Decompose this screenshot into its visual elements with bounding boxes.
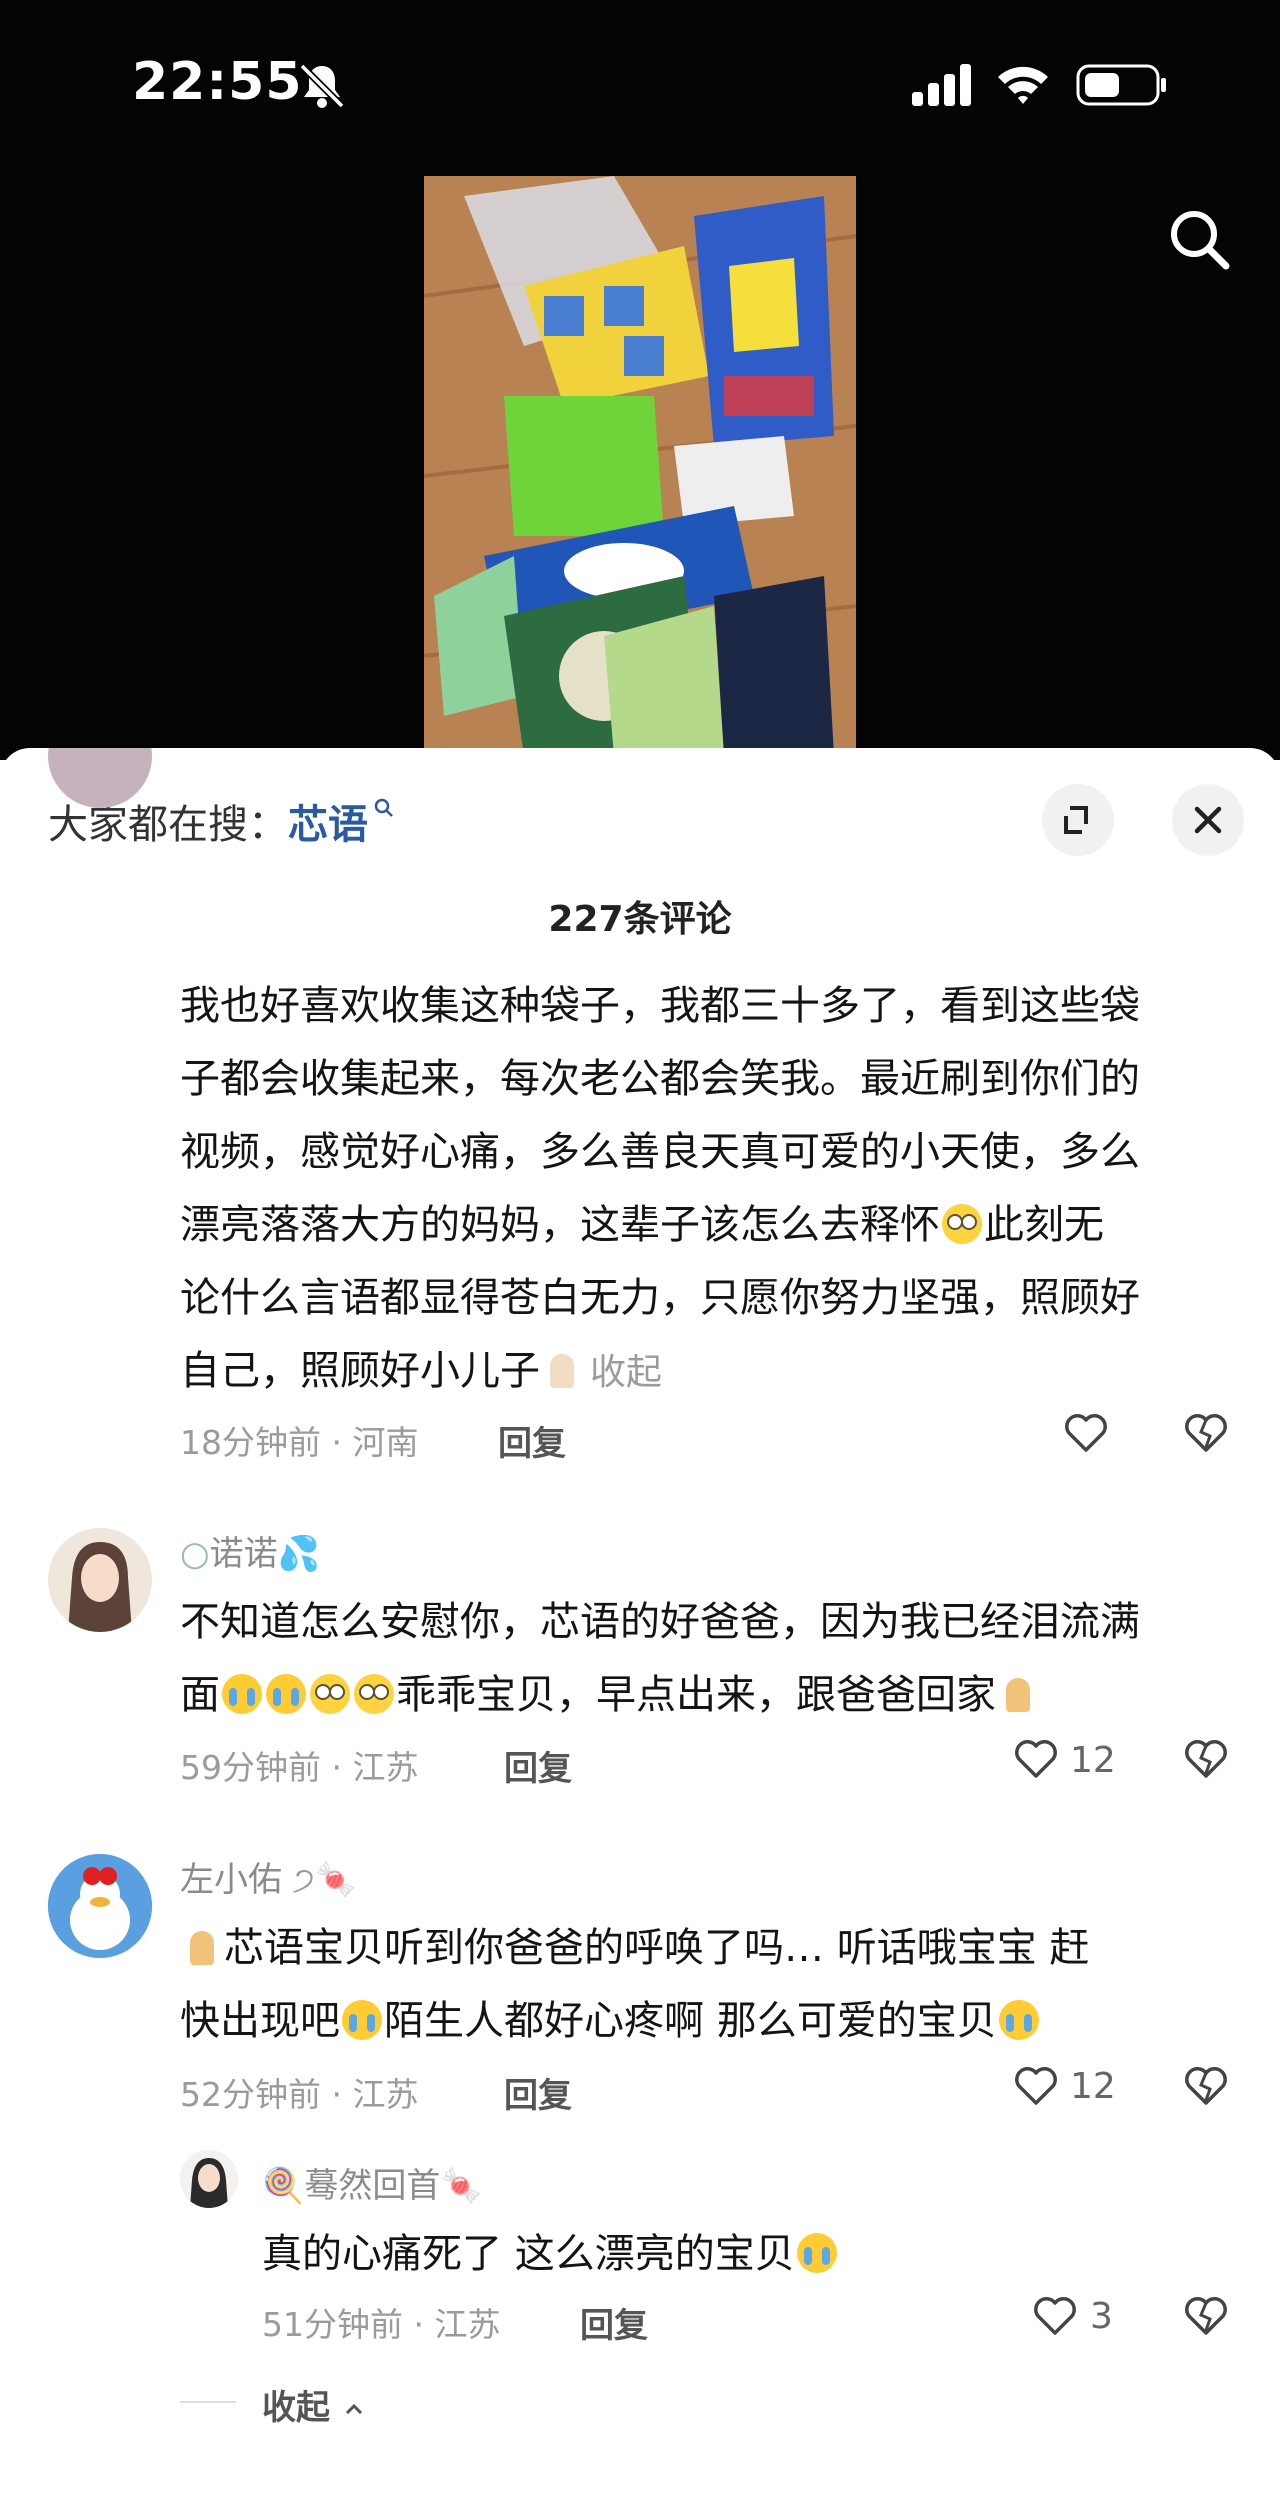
cellular-signal-icon	[912, 64, 971, 106]
chevron-up-icon	[345, 2403, 362, 2414]
avatar[interactable]	[180, 2150, 238, 2208]
reply-button[interactable]: 回复	[580, 2298, 648, 2347]
lollipop-icon: 🍭	[262, 2166, 305, 2206]
comment-sheet: 大家都在搜：芯语 227条评论 我也好喜欢收集这种袋子，我都三十多了，看到这些袋…	[0, 748, 1280, 2497]
comment-line: 快出现吧 陌生人都好心疼啊 那么可爱的宝贝	[180, 1985, 1240, 2058]
comment-fragment: 乖乖宝贝，早点出来，跟爸爸回家	[396, 1672, 996, 1718]
bubbles-icon: ○	[180, 1534, 210, 1574]
comment-text: 我也好喜欢收集这种袋子，我都三十多了，看到这些袋 子都会收集起来，每次老公都会笑…	[180, 970, 1240, 1409]
comment-line: 芯语宝贝听到你爸爸的呼唤了吗… 听话哦宝宝 赶	[180, 1912, 1240, 1985]
comment-fragment: 自己，照顾好小儿子	[180, 1348, 540, 1394]
comment-text: 芯语宝贝听到你爸爸的呼唤了吗… 听话哦宝宝 赶 快出现吧 陌生人都好心疼啊 那么可…	[180, 1912, 1240, 2058]
candy-icon: 🍬	[314, 1860, 358, 1900]
comment-line: 不知道怎么安慰你，芯语的好爸爸，因为我已经泪流满	[180, 1599, 1140, 1645]
comment-fragment: 陌生人都好心疼啊 那么可爱的宝贝	[384, 1998, 997, 2044]
battery-icon	[1076, 64, 1166, 106]
sweat-droplets-icon: 💦	[277, 1534, 321, 1574]
comment-line: 我也好喜欢收集这种袋子，我都三十多了，看到这些袋	[180, 983, 1140, 1029]
trending-term[interactable]: 芯语	[288, 802, 368, 848]
broken-heart-icon[interactable]	[1183, 1410, 1229, 1456]
comment-meta: 18分钟前 · 河南	[180, 1423, 419, 1462]
reply-button[interactable]: 回复	[504, 2068, 572, 2117]
comment-fragment: 真的心痛死了 这么漂亮的宝贝	[262, 2231, 795, 2277]
reply-button[interactable]: 回复	[498, 1416, 566, 1465]
broken-heart-icon[interactable]	[1183, 1736, 1229, 1782]
crying-face-emoji	[222, 1674, 262, 1714]
comment-line: 论什么言语都显得苍白无力，只愿你努力坚强，照顾好	[180, 1275, 1140, 1321]
screen: 22:55 大家都在搜：芯语 227条评论 我也好喜欢收集这种袋子，我都三十多了…	[0, 0, 1280, 2497]
close-button[interactable]	[1172, 784, 1244, 856]
avatar[interactable]	[48, 1854, 152, 1958]
expand-button[interactable]	[1042, 784, 1114, 856]
comment-fragment: 面	[180, 1672, 220, 1718]
collapse-label: 收起	[262, 2388, 330, 2428]
collapse-text-link[interactable]: 收起	[590, 1352, 662, 1393]
comment-fragment: 芯语宝贝听到你爸爸的呼唤了吗… 听话哦宝宝 赶	[224, 1925, 1090, 1971]
heart-icon[interactable]	[1063, 1410, 1109, 1456]
pleading-face-emoji	[354, 1674, 394, 1714]
comment-meta: 52分钟前 · 江苏	[180, 2075, 419, 2114]
comment-line: 子都会收集起来，每次老公都会笑我。最近刷到你们的	[180, 1056, 1140, 1102]
reply-button[interactable]: 回复	[504, 1741, 572, 1790]
praying-hands-emoji	[182, 1927, 222, 1967]
wifi-icon	[998, 66, 1048, 104]
comment-line: 真的心痛死了 这么漂亮的宝贝	[262, 2218, 1242, 2291]
status-time: 22:55	[132, 52, 303, 112]
comment-line: 视频，感觉好心痛，多么善良天真可爱的小天使，多么	[180, 1129, 1140, 1175]
crying-face-emoji	[266, 1674, 306, 1714]
avatar[interactable]	[48, 1528, 152, 1632]
comment-line: 自己，照顾好小儿子 收起	[180, 1335, 1240, 1409]
trending-label: 大家都在搜：	[48, 802, 288, 848]
comment-meta: 59分钟前 · 江苏	[180, 1748, 419, 1787]
small-search-icon	[374, 798, 393, 817]
close-icon	[1194, 806, 1222, 834]
username[interactable]: 左小佑 ੭🍬	[180, 1852, 357, 1901]
like-count: 12	[1070, 2066, 1116, 2107]
divider	[180, 2401, 236, 2403]
username[interactable]: ○诺诺💦	[180, 1526, 320, 1575]
crying-face-emoji	[998, 2000, 1039, 2040]
expand-icon	[1064, 806, 1088, 834]
username-text: 左小佑	[180, 1860, 282, 1900]
candy-icon: 🍬	[440, 2166, 483, 2206]
username-text: 蓦然回首	[304, 2166, 441, 2206]
comment-fragment: 此刻无	[984, 1202, 1104, 1248]
comment-text: 不知道怎么安慰你，芯语的好爸爸，因为我已经泪流满 面 乖乖宝贝，早点出来，跟爸爸回…	[180, 1586, 1240, 1732]
like-count: 3	[1090, 2296, 1113, 2337]
crying-face-emoji	[796, 2233, 837, 2273]
broken-heart-icon[interactable]	[1183, 2293, 1229, 2339]
bell-slash-icon	[299, 63, 345, 109]
username[interactable]: 🍭蓦然回首🍬	[262, 2158, 483, 2207]
search-icon[interactable]	[1160, 200, 1240, 280]
like-count: 12	[1070, 1740, 1116, 1781]
pleading-face-emoji	[310, 1674, 350, 1714]
broken-heart-icon[interactable]	[1183, 2063, 1229, 2109]
avatar-image	[180, 2150, 238, 2208]
comment-fragment: 快出现吧	[180, 1998, 340, 2044]
comment-text: 真的心痛死了 这么漂亮的宝贝	[262, 2218, 1242, 2291]
praying-hands-emoji	[542, 1350, 582, 1390]
praying-hands-emoji	[998, 1674, 1038, 1714]
sparkle-icon: ੭	[282, 1860, 315, 1900]
comment-fragment: 漂亮落落大方的妈妈，这辈子该怎么去释怀	[180, 1202, 940, 1248]
collapse-replies-button[interactable]: 收起	[262, 2380, 366, 2429]
comment-meta: 51分钟前 · 江苏	[262, 2305, 501, 2344]
pleading-face-emoji	[942, 1204, 982, 1244]
sheet-header: 大家都在搜：芯语 227条评论	[0, 748, 1280, 948]
comment-line: 面 乖乖宝贝，早点出来，跟爸爸回家	[180, 1659, 1240, 1732]
video-thumbnail[interactable]	[424, 176, 856, 756]
comment-count: 227条评论	[548, 899, 732, 940]
heart-icon[interactable]	[1013, 2063, 1059, 2109]
video-area[interactable]: 22:55	[0, 0, 1280, 760]
heart-icon[interactable]	[1032, 2293, 1078, 2339]
status-bar: 22:55	[0, 0, 1280, 170]
comment-line: 漂亮落落大方的妈妈，这辈子该怎么去释怀 此刻无	[180, 1189, 1240, 1262]
avatar-image	[48, 1528, 152, 1632]
video-image	[424, 176, 856, 756]
crying-face-emoji	[342, 2000, 382, 2040]
avatar-image	[48, 1854, 152, 1958]
username-text: 诺诺	[209, 1534, 278, 1574]
heart-icon[interactable]	[1013, 1736, 1059, 1782]
